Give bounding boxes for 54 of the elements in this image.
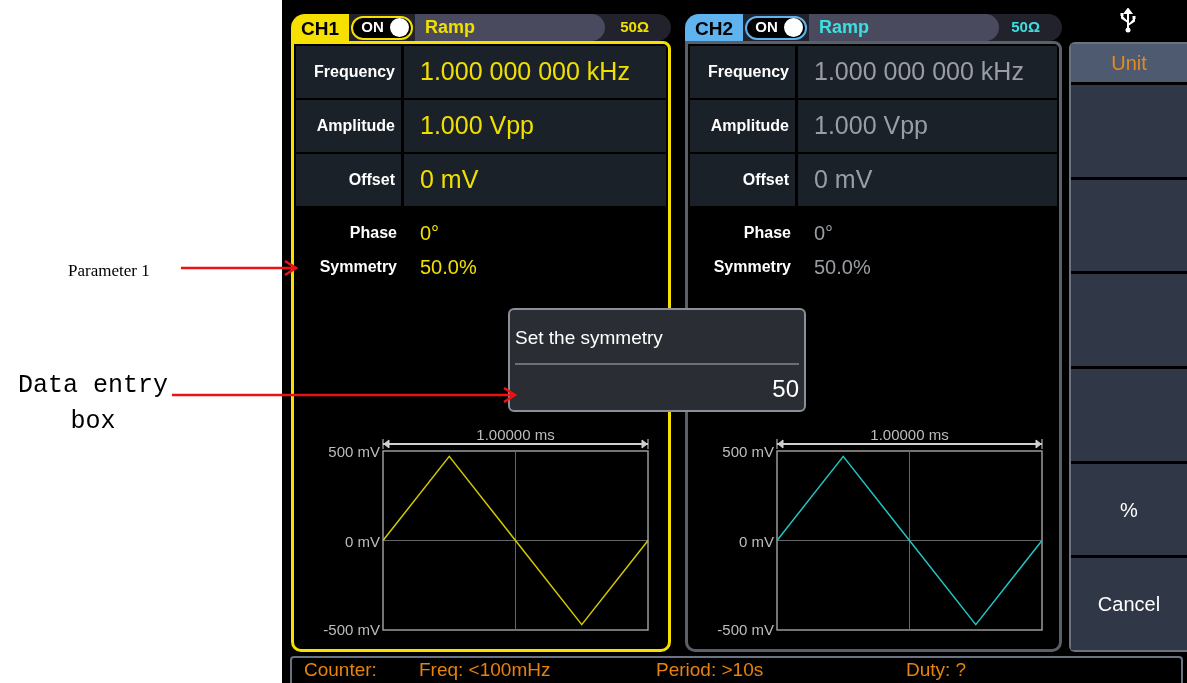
dialog-title: Set the symmetry bbox=[515, 326, 664, 350]
softkey-blank[interactable] bbox=[1071, 274, 1187, 366]
axis-label: 0 mV bbox=[345, 532, 380, 550]
value-field[interactable]: 50 bbox=[515, 368, 799, 410]
parameter-value[interactable]: 0 mV bbox=[798, 154, 1057, 206]
parameter-label[interactable]: Frequency bbox=[296, 46, 401, 98]
annotation-label: Parameter 1 bbox=[68, 260, 150, 282]
parameter-value[interactable]: 0° bbox=[794, 218, 834, 248]
parameter-label[interactable]: Phase bbox=[296, 221, 397, 245]
softkey[interactable]: Cancel bbox=[1071, 558, 1187, 651]
parameter-label[interactable]: Symmetry bbox=[690, 255, 791, 279]
parameter-label[interactable]: Amplitude bbox=[296, 100, 401, 152]
waveform-pill[interactable]: Ramp bbox=[809, 14, 999, 41]
channel-tab[interactable]: CH2 bbox=[685, 14, 743, 41]
status-text: Period: >10s bbox=[656, 658, 765, 683]
parameter-value[interactable]: 1.000 Vpp bbox=[404, 100, 666, 152]
axis-label: -500 mV bbox=[717, 621, 774, 637]
axis-label: -500 mV bbox=[323, 621, 380, 637]
axis-label: 500 mV bbox=[722, 443, 774, 460]
softkey-blank[interactable] bbox=[1071, 369, 1187, 461]
parameter-value[interactable]: 1.000 000 000 kHz bbox=[404, 46, 666, 98]
axis-label: 500 mV bbox=[328, 443, 380, 460]
status-text: Duty: ? bbox=[906, 658, 968, 683]
parameter-value[interactable]: 1.000 000 000 kHz bbox=[798, 46, 1057, 98]
usb-icon bbox=[1120, 8, 1136, 34]
parameter-value[interactable]: 50.0% bbox=[794, 252, 871, 282]
softkey-blank[interactable] bbox=[1071, 179, 1187, 272]
status-text: Freq: <100mHz bbox=[419, 658, 552, 683]
load-label: 50Ω bbox=[1011, 17, 1040, 38]
load-label: 50Ω bbox=[620, 17, 649, 38]
softkey-blank[interactable] bbox=[1071, 85, 1187, 177]
annotation-label: Data entry box bbox=[17, 370, 169, 438]
parameter-label[interactable]: Offset bbox=[296, 154, 401, 206]
time-span-label: 1.00000 ms bbox=[476, 426, 555, 443]
waveform-pill[interactable]: Ramp bbox=[415, 14, 605, 41]
parameter-label[interactable]: Phase bbox=[690, 221, 791, 245]
parameter-label[interactable]: Frequency bbox=[690, 46, 795, 98]
status-text: Counter: bbox=[304, 658, 378, 683]
waveform-label: Ramp bbox=[425, 16, 476, 39]
output-toggle[interactable]: ON bbox=[745, 15, 807, 40]
output-toggle[interactable]: ON bbox=[351, 15, 413, 40]
channel-tab[interactable]: CH1 bbox=[291, 14, 349, 41]
axis-label: 0 mV bbox=[739, 532, 774, 550]
parameter-label[interactable]: Offset bbox=[690, 154, 795, 206]
parameter-label[interactable]: Amplitude bbox=[690, 100, 795, 152]
parameter-label[interactable]: Symmetry bbox=[296, 255, 397, 279]
waveform-label: Ramp bbox=[819, 16, 870, 39]
parameter-value[interactable]: 0° bbox=[400, 218, 440, 248]
parameter-value[interactable]: 50.0% bbox=[400, 252, 477, 282]
parameter-value[interactable]: 1.000 Vpp bbox=[798, 100, 1057, 152]
time-span-label: 1.00000 ms bbox=[870, 426, 949, 443]
parameter-value[interactable]: 0 mV bbox=[404, 154, 666, 206]
softkey-title: Unit bbox=[1071, 44, 1187, 82]
softkey[interactable]: % bbox=[1071, 463, 1187, 556]
